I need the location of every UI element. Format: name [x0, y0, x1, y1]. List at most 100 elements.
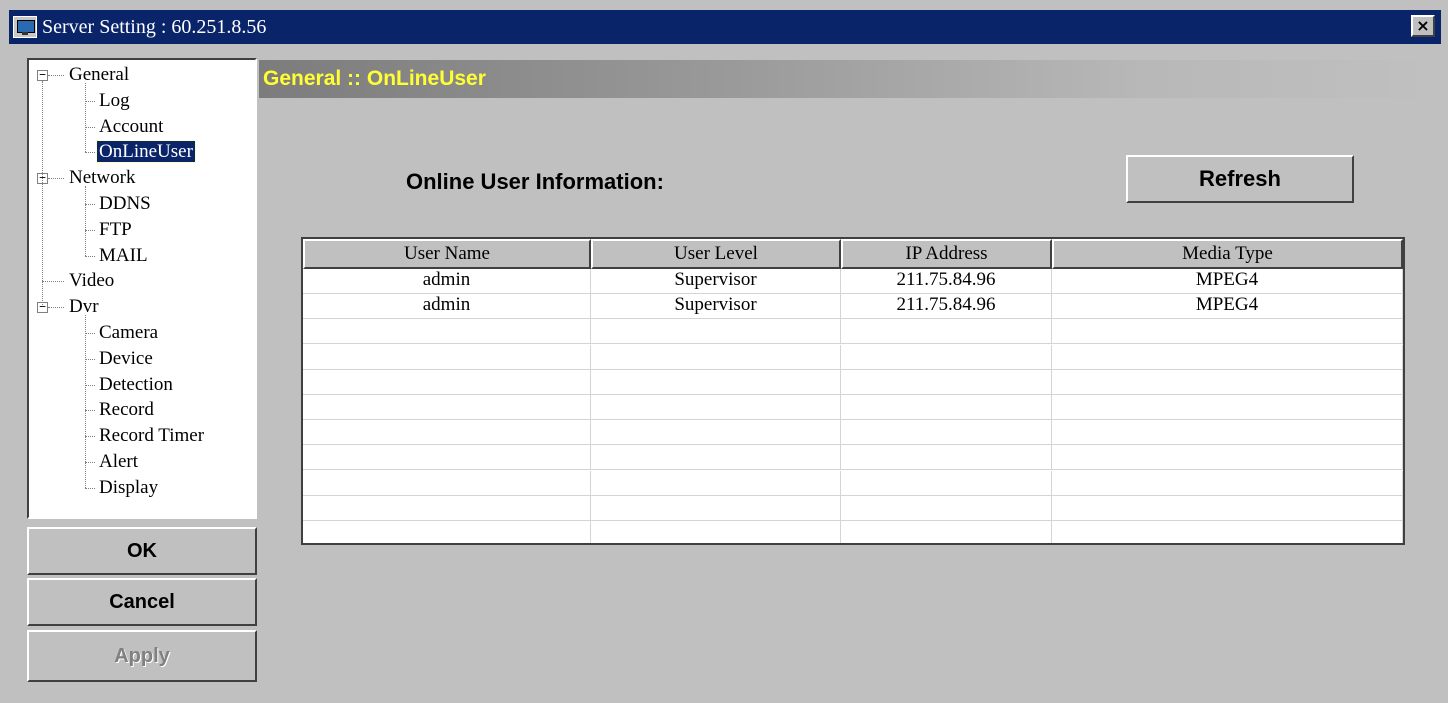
tree-connector [48, 178, 64, 180]
column-header-media-type[interactable]: Media Type [1052, 239, 1403, 269]
cell-ip-address [841, 344, 1052, 369]
tree-connector [42, 281, 64, 283]
cell-user-level: Supervisor [591, 294, 841, 319]
tree-item-detection[interactable]: Detection [97, 373, 175, 397]
cell-user-level [591, 495, 841, 520]
tree-guide [42, 81, 43, 306]
column-header-user-level[interactable]: User Level [591, 239, 841, 269]
tree-connector [85, 100, 95, 102]
ok-button[interactable]: OK [27, 527, 257, 575]
tree-item-general[interactable]: General [67, 63, 131, 87]
title-bar: Server Setting : 60.251.8.56 × [9, 10, 1441, 44]
tree-item-ftp[interactable]: FTP [97, 218, 134, 242]
tree-item-label: OnLineUser [96, 140, 196, 164]
tree-item-network[interactable]: Network [67, 166, 137, 190]
tree-connector [85, 410, 95, 412]
table-row[interactable] [303, 470, 1403, 496]
cell-user-name [303, 319, 591, 344]
tree-item-dvr[interactable]: Dvr [67, 295, 101, 319]
cell-media-type [1052, 470, 1403, 495]
tree-item-account[interactable]: Account [97, 115, 165, 139]
tree-item-label: Detection [99, 373, 173, 395]
cell-media-type [1052, 420, 1403, 445]
section-label: Online User Information: [406, 169, 664, 194]
tree-item-mail[interactable]: MAIL [97, 244, 150, 268]
cell-media-type [1052, 395, 1403, 419]
cell-media-type [1052, 344, 1403, 369]
table-row[interactable] [303, 420, 1403, 446]
table-row[interactable] [303, 445, 1403, 471]
cell-media-type: MPEG4 [1052, 294, 1403, 319]
refresh-button[interactable]: Refresh [1126, 155, 1354, 203]
table-row[interactable] [303, 495, 1403, 521]
cancel-button[interactable]: Cancel [27, 578, 257, 626]
column-header-user-name[interactable]: User Name [303, 239, 591, 269]
cell-user-name [303, 395, 591, 419]
column-header-ip-address[interactable]: IP Address [841, 239, 1052, 269]
cell-media-type [1052, 495, 1403, 520]
table-row[interactable] [303, 344, 1403, 370]
tree-connector [85, 487, 95, 489]
tree-connector [85, 462, 95, 463]
cell-user-name [303, 420, 591, 445]
table-row[interactable] [303, 369, 1403, 395]
table-row[interactable]: admin Supervisor 211.75.84.96 MPEG4 [303, 294, 1403, 320]
tree-item-log[interactable]: Log [97, 89, 132, 113]
tree-connector [48, 75, 64, 76]
tree-item-label: General [69, 64, 130, 85]
table-row[interactable] [303, 395, 1403, 420]
tree-item-record[interactable]: Record [97, 398, 156, 422]
tree-connector [85, 126, 95, 128]
cell-media-type [1052, 319, 1403, 344]
tree-item-record-timer[interactable]: Record Timer [97, 424, 206, 448]
cell-user-name: admin [303, 294, 591, 319]
online-users-table[interactable]: User Name User Level IP Address Media Ty… [301, 237, 1405, 545]
tree-item-label: Dvr [69, 296, 99, 318]
tree-item-video[interactable]: Video [67, 269, 116, 293]
tree-item-camera[interactable]: Camera [97, 321, 160, 345]
cell-user-level [591, 344, 841, 369]
tree-item-onlineuser[interactable]: OnLineUser [96, 140, 196, 164]
cell-user-name [303, 369, 591, 394]
cell-ip-address: 211.75.84.96 [841, 294, 1052, 319]
cell-user-name: admin [303, 269, 591, 293]
cell-ip-address [841, 495, 1052, 520]
tree-connector [85, 436, 95, 438]
tree-guide [85, 83, 86, 153]
cell-user-level [591, 395, 841, 419]
collapse-icon[interactable]: − [37, 69, 48, 81]
panel-title: General :: OnLineUser [263, 67, 486, 90]
table-row[interactable]: admin Supervisor 211.75.84.96 MPEG4 [303, 269, 1403, 294]
tree-item-label: Record Timer [99, 425, 205, 447]
cell-user-level [591, 470, 841, 495]
tree-item-label: Video [69, 270, 115, 292]
cell-ip-address [841, 369, 1052, 394]
tree-connector [48, 307, 64, 309]
tree-item-display[interactable]: Display [97, 476, 160, 500]
table-row[interactable] [303, 319, 1403, 345]
cell-user-name [303, 495, 591, 520]
close-button[interactable]: × [1411, 15, 1435, 37]
cell-user-name [303, 521, 591, 543]
tree-guide [85, 186, 86, 256]
window-title: Server Setting : 60.251.8.56 [42, 16, 267, 38]
table-row[interactable] [303, 521, 1403, 543]
cell-user-name [303, 445, 591, 470]
cell-user-name [303, 470, 591, 495]
cell-user-level [591, 521, 841, 543]
cell-user-level [591, 369, 841, 394]
settings-tree[interactable]: General − Log Account OnLineUser Network − DDNS… [27, 58, 257, 519]
tree-item-device[interactable]: Device [97, 347, 155, 371]
tree-item-label: Network [69, 167, 136, 189]
cell-user-level [591, 319, 841, 344]
tree-item-ddns[interactable]: DDNS [97, 192, 153, 216]
apply-button[interactable]: Apply [27, 630, 257, 682]
cell-ip-address [841, 470, 1052, 495]
tree-item-alert[interactable]: Alert [97, 450, 140, 474]
table-header: User Name User Level IP Address Media Ty… [303, 239, 1403, 269]
cell-media-type [1052, 445, 1403, 470]
cell-user-name [303, 344, 591, 369]
tree-item-label: FTP [99, 218, 132, 240]
monitor-icon [13, 16, 37, 38]
tree-item-label: Alert [99, 451, 139, 472]
